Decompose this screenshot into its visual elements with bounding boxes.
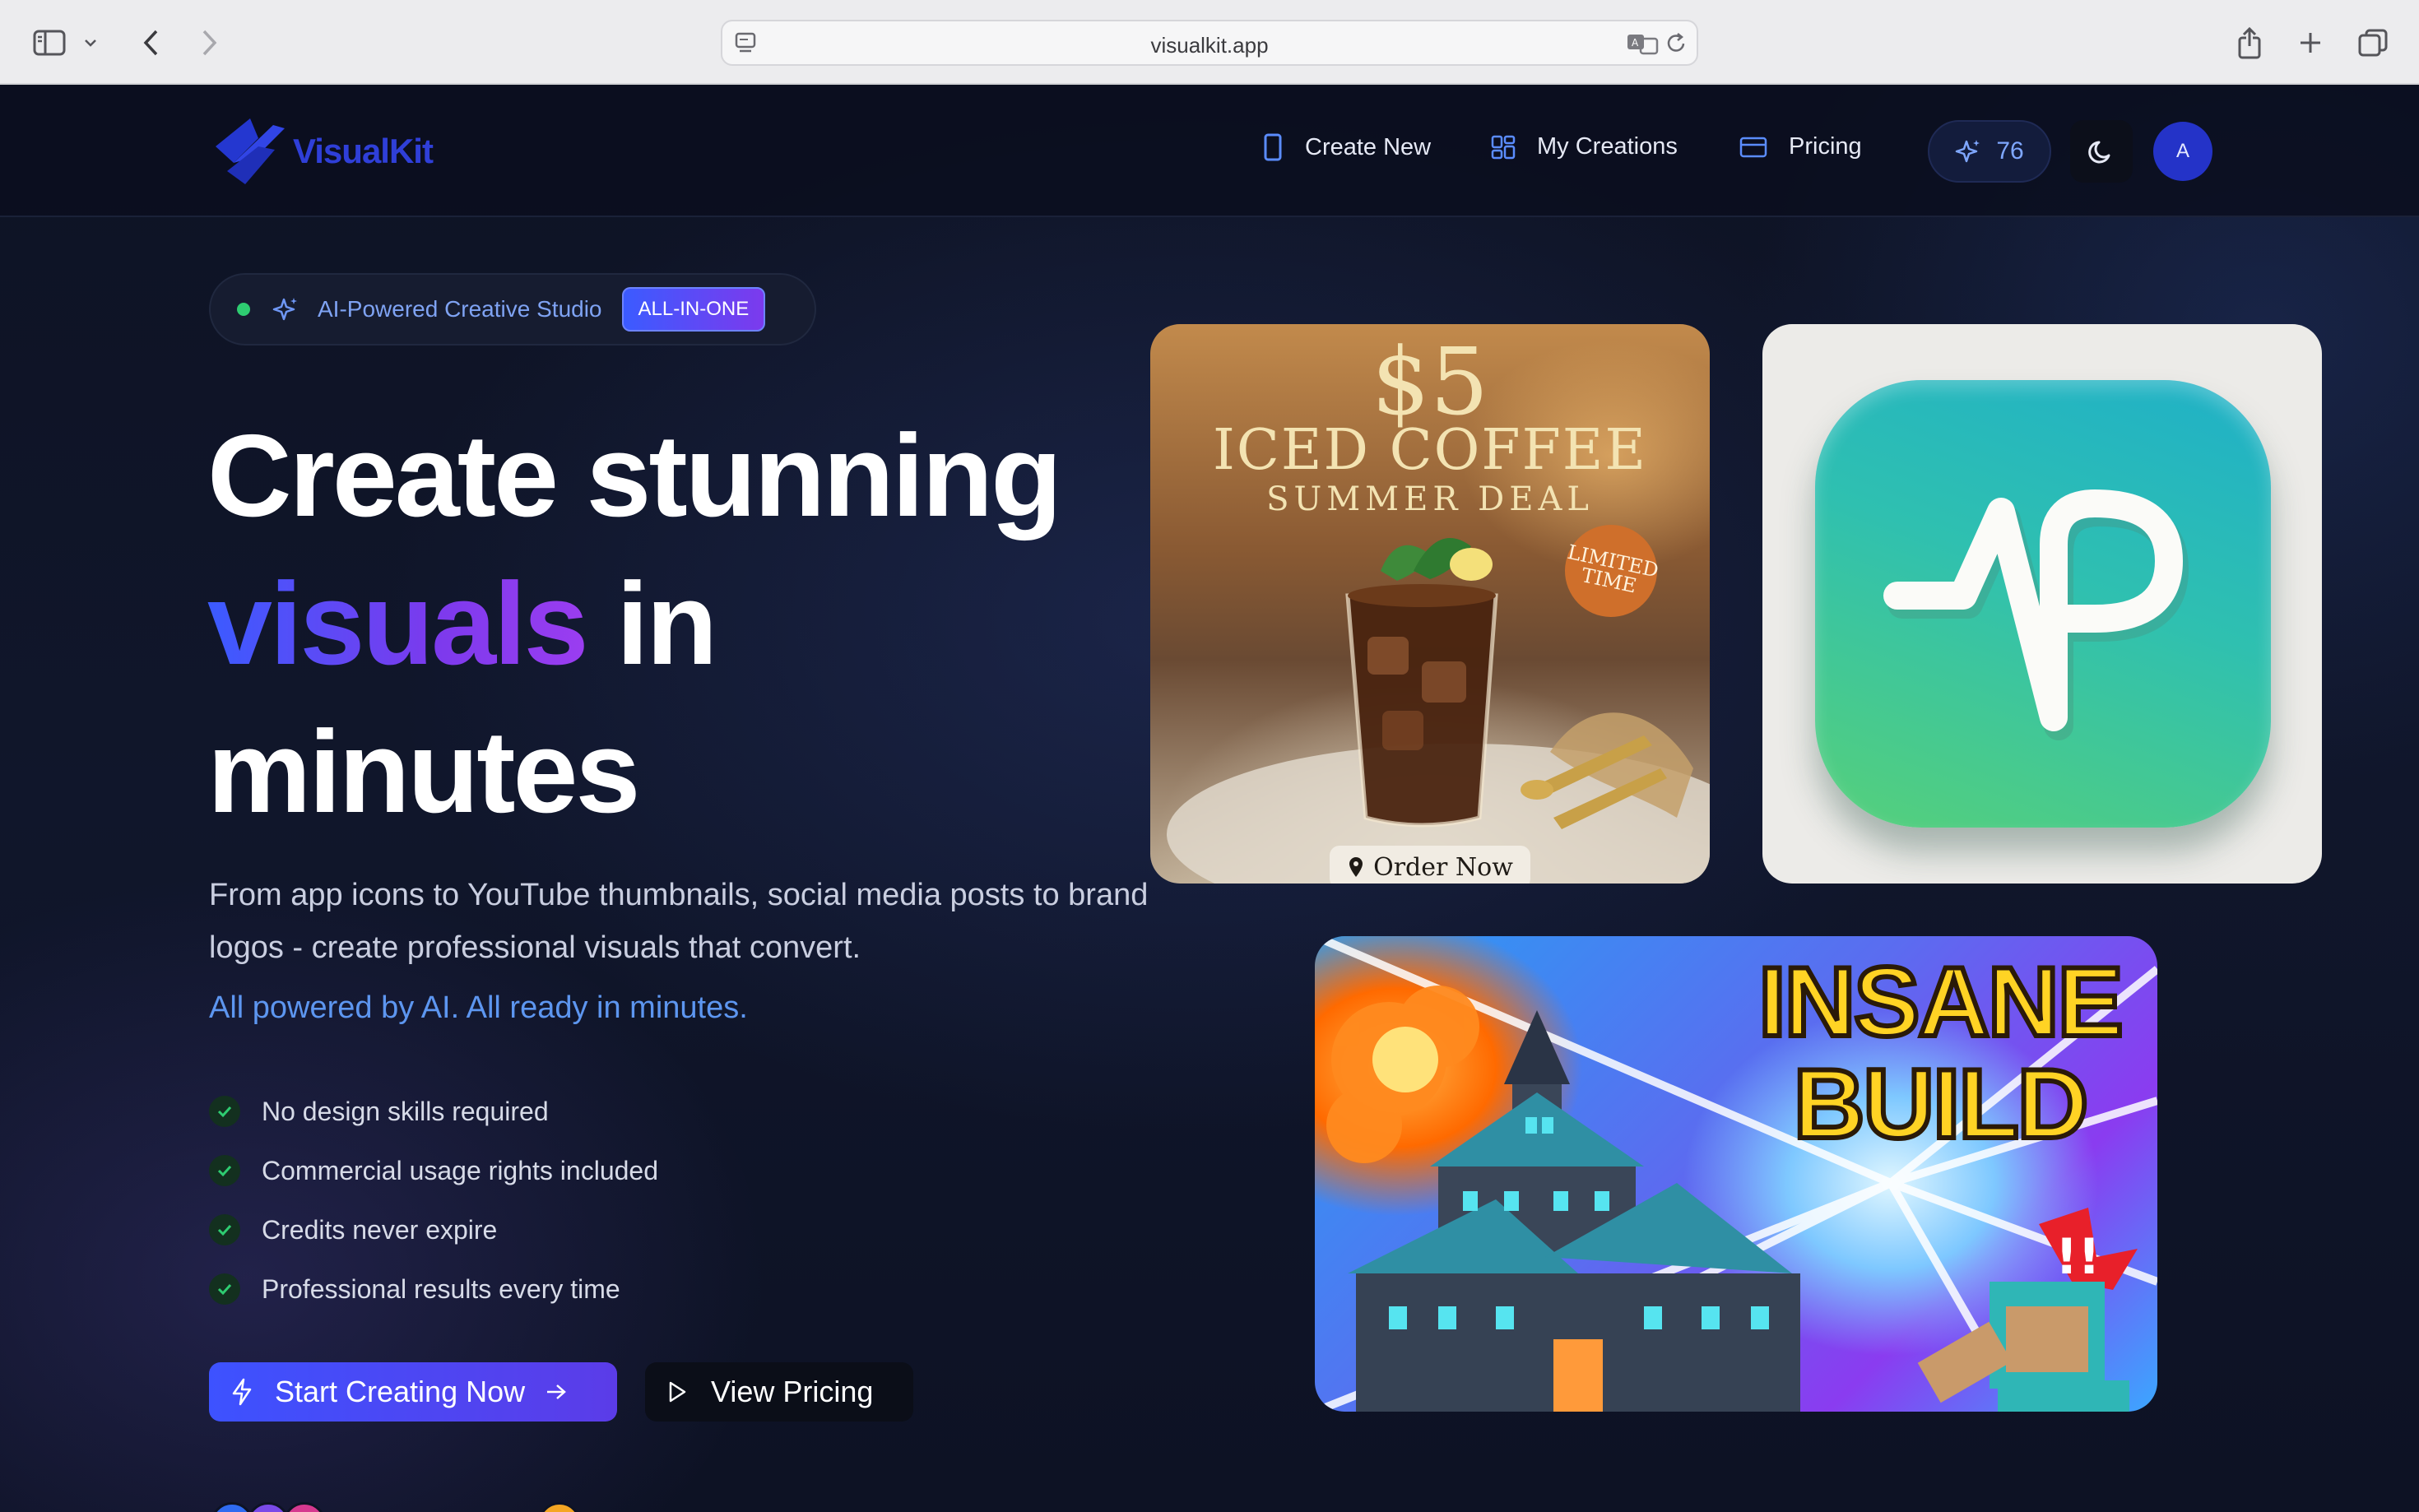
nav-my-creations[interactable]: My Creations [1491, 133, 1678, 160]
hero-tagline: All powered by AI. All ready in minutes. [209, 990, 748, 1025]
view-pricing-button[interactable]: View Pricing [645, 1362, 913, 1422]
feature-item: No design skills required [209, 1096, 549, 1127]
pill-badge: ALL-IN-ONE [621, 287, 766, 332]
check-icon [209, 1096, 240, 1127]
sidebar-toggle-icon[interactable] [31, 25, 67, 61]
visualkit-logo-icon [216, 118, 285, 184]
hero-pill: AI-Powered Creative Studio ALL-IN-ONE [209, 273, 816, 346]
browser-toolbar: visualkit.app A [0, 0, 2419, 85]
brand-logo[interactable]: VisualKit [209, 114, 434, 189]
feature-item: Professional results every time [209, 1273, 620, 1305]
reload-icon[interactable] [1665, 31, 1688, 60]
app-icon-showcase [1762, 324, 2322, 884]
sparkles-icon [272, 298, 297, 321]
order-now-label: Order Now [1373, 852, 1513, 882]
headline-line-1: Create stunning [207, 410, 1062, 541]
url-text[interactable]: visualkit.app [722, 33, 1697, 58]
play-icon [669, 1381, 686, 1403]
credits-count: 76 [1996, 137, 2024, 165]
tab-overview-icon[interactable] [2355, 25, 2391, 61]
theme-toggle-button[interactable] [2070, 120, 2133, 183]
brand-name: VisualKit [293, 132, 434, 170]
pill-text: AI-Powered Creative Studio [318, 296, 602, 322]
nav-pricing[interactable]: Pricing [1739, 133, 1862, 160]
iced-coffee-showcase: $5 ICED COFFEE SUMMER DEAL LIMITED TIME … [1150, 324, 1710, 884]
avatar [247, 1502, 290, 1512]
start-creating-button[interactable]: Start Creating Now [209, 1362, 617, 1422]
start-creating-label: Start Creating Now [275, 1375, 526, 1408]
check-icon [209, 1273, 240, 1305]
feature-text: Credits never expire [262, 1214, 498, 1245]
hero-subtitle: From app icons to YouTube thumbnails, so… [209, 878, 1149, 965]
headline-line-2-rest: in [616, 559, 717, 689]
status-dot [237, 303, 250, 316]
grid-icon [1491, 135, 1516, 159]
chevron-down-icon[interactable] [77, 25, 104, 61]
svg-text:A: A [1632, 37, 1639, 49]
credits-badge[interactable]: 76 [1928, 120, 2051, 183]
phone-icon [1264, 133, 1282, 161]
feature-item: Credits never expire [209, 1214, 497, 1245]
back-icon[interactable] [133, 25, 169, 61]
feature-item: Commercial usage rights included [209, 1155, 658, 1186]
headline-line-2: visuals in [207, 566, 717, 683]
address-bar[interactable]: visualkit.app A [721, 20, 1698, 66]
page: VisualKit Create New My Creations Pricin… [0, 86, 2419, 1512]
feature-text: Commercial usage rights included [262, 1155, 658, 1185]
thumbnail-title-line-1: INSANE [1756, 947, 2125, 1057]
nav-my-creations-label: My Creations [1537, 133, 1678, 160]
top-navbar: VisualKit Create New My Creations Pricin… [0, 86, 2419, 217]
nav-pricing-label: Pricing [1789, 133, 1862, 160]
headline-accent: visuals [207, 559, 589, 689]
check-icon [209, 1214, 240, 1245]
coffee-title: ICED COFFEE [1212, 418, 1648, 483]
avatar [283, 1502, 326, 1512]
new-tab-icon[interactable] [2292, 25, 2328, 61]
lightning-icon [232, 1378, 252, 1406]
avatar [211, 1502, 253, 1512]
feature-text: Professional results every time [262, 1273, 620, 1304]
arrow-right-icon [547, 1384, 567, 1399]
headline-line-3: minutes [207, 707, 640, 837]
youtube-thumbnail-showcase: INSANE BUILD !! [1315, 936, 2157, 1412]
svg-text:!!: !! [2055, 1228, 2101, 1286]
translate-icon[interactable]: A [1626, 31, 1659, 60]
forward-icon[interactable] [191, 25, 227, 61]
nav-create-new[interactable]: Create New [1262, 133, 1431, 161]
moon-icon [2088, 141, 2110, 164]
feature-text: No design skills required [262, 1096, 549, 1126]
pulse-p-logo-icon [1883, 489, 2189, 740]
thumbnail-title-line-2: BUILD [1791, 1049, 2092, 1159]
thumbnail-title: INSANE BUILD [1743, 947, 2138, 1159]
card-icon [1739, 137, 1767, 157]
nav-create-new-label: Create New [1305, 133, 1432, 160]
coffee-subtitle: SUMMER DEAL [1266, 480, 1594, 518]
character-illustration: !! [1917, 1208, 2138, 1412]
order-now-button: Order Now [1330, 846, 1530, 884]
share-icon[interactable] [2231, 25, 2268, 61]
view-pricing-label: View Pricing [711, 1375, 874, 1408]
check-icon [209, 1155, 240, 1186]
user-avatar[interactable]: A [2153, 122, 2212, 181]
rating-coin-icon [538, 1502, 581, 1512]
app-icon-squircle [1815, 380, 2271, 828]
location-pin-icon [1349, 857, 1363, 877]
sparkles-icon [1956, 140, 1980, 163]
